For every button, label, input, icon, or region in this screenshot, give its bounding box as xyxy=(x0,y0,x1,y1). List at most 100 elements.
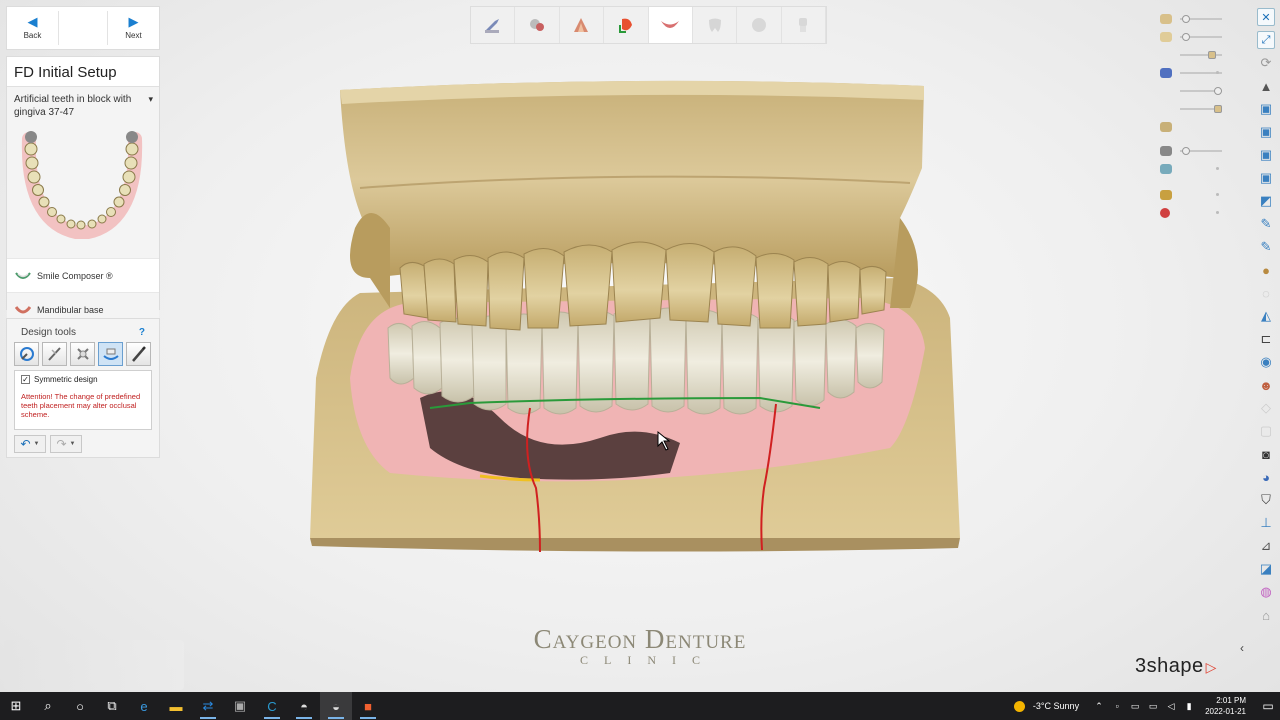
home-icon[interactable]: ⌂ xyxy=(1257,606,1275,624)
workflow-step-sphere[interactable] xyxy=(737,7,782,43)
right-toolbar: ✕ ⤢ ⟳ ▲ ▣ ▣ ▣ ▣ ◩ ✎ ✎ ● ◌ ◭ ⊏ ◉ ☻ ◇ ▢ ◙ … xyxy=(1252,6,1280,666)
tooth-chart[interactable] xyxy=(17,129,147,241)
redo-button[interactable]: ↷ ▼ xyxy=(50,435,82,453)
chat-icon[interactable]: ◕ xyxy=(1257,468,1275,486)
tool-individual-tooth-button[interactable] xyxy=(70,342,95,366)
undo-button[interactable]: ↶ ▼ xyxy=(14,435,46,453)
clipping-plane-icon[interactable]: ◩ xyxy=(1257,192,1275,210)
cut-icon[interactable]: ◇ xyxy=(1257,399,1275,417)
slider-lower-model[interactable] xyxy=(1160,118,1226,136)
color-map-icon[interactable]: ◍ xyxy=(1257,583,1275,601)
slider-target[interactable] xyxy=(1160,204,1226,222)
ruler-icon[interactable]: ⊏ xyxy=(1257,330,1275,348)
workflow-step-model[interactable] xyxy=(515,7,560,43)
view-back-icon[interactable]: ▣ xyxy=(1257,123,1275,141)
system-tray: -3°C Sunny ⌃ ▫ ▭ ▭ ◁ ▮ 2:01 PM 2022-01-2… xyxy=(1013,692,1280,720)
help-icon[interactable]: ? xyxy=(139,327,145,338)
edge-icon[interactable]: e xyxy=(128,692,160,720)
slider-upper-gingiva[interactable] xyxy=(1160,46,1226,64)
workflow-step-gingiva[interactable] xyxy=(560,7,605,43)
workflow-step-scan[interactable] xyxy=(471,7,516,43)
tool-teeth-setup-button[interactable] xyxy=(98,342,123,366)
measure-icon[interactable]: ◭ xyxy=(1257,307,1275,325)
next-label: Next xyxy=(125,31,142,40)
dental-designer-icon[interactable]: ◒ xyxy=(320,692,352,720)
scan-data-icon xyxy=(484,19,499,33)
volume-icon[interactable]: ◁ xyxy=(1163,701,1179,712)
fullscreen-icon[interactable]: ⤢ xyxy=(1257,31,1275,49)
ruler-angle-icon[interactable]: ⊿ xyxy=(1257,537,1275,555)
rotate-icon[interactable]: ⟳ xyxy=(1257,54,1275,72)
tool-sculpt-button[interactable] xyxy=(42,342,67,366)
image-viewer-icon[interactable]: ▣ xyxy=(224,692,256,720)
design-tools-title: Design tools xyxy=(21,327,77,338)
workflow-step-teeth[interactable] xyxy=(604,7,649,43)
edit-tool-icon[interactable]: ✎ xyxy=(1257,238,1275,256)
slider-antagonist[interactable] xyxy=(1160,142,1226,160)
file-explorer-icon[interactable]: ▬ xyxy=(160,692,192,720)
camera-icon[interactable]: ◉ xyxy=(1257,353,1275,371)
tool-wax-knife-button[interactable] xyxy=(126,342,151,366)
graduation-cap-icon[interactable]: ▲ xyxy=(1257,77,1275,95)
occlusion-icon[interactable]: ◌ xyxy=(1257,284,1275,302)
gingiva-icon xyxy=(574,18,589,32)
step-title: FD Initial Setup xyxy=(7,57,159,87)
slider-upper-model[interactable] xyxy=(1160,10,1226,28)
arrow-left-icon: ◀ xyxy=(27,14,38,29)
close-icon[interactable]: ✕ xyxy=(1257,8,1275,26)
view-right-icon[interactable]: ▣ xyxy=(1257,169,1275,187)
battery-icon[interactable]: ▮ xyxy=(1181,701,1197,712)
design-tools-panel: Design tools ? ✓ Symmetric design Attent… xyxy=(6,318,160,458)
symmetric-design-checkbox[interactable]: ✓ Symmetric design xyxy=(21,375,145,384)
collapse-panel-icon[interactable]: ‹ xyxy=(1240,641,1244,655)
tooth-library-icon[interactable]: ● xyxy=(1257,261,1275,279)
workflow-step-crown[interactable] xyxy=(782,7,826,43)
screenshot-icon[interactable]: ◙ xyxy=(1257,445,1275,463)
scan-view-icon[interactable]: ◪ xyxy=(1257,560,1275,578)
chevron-up-icon[interactable]: ⌃ xyxy=(1091,701,1107,712)
notification-icon[interactable]: ▭ xyxy=(1256,699,1280,713)
3d-viewport[interactable] xyxy=(300,78,970,558)
task-view-icon[interactable]: ⧉ xyxy=(96,692,128,720)
implant-icon xyxy=(1160,164,1172,174)
display-icon[interactable]: ▭ xyxy=(1127,701,1143,712)
view-front-icon[interactable]: ▣ xyxy=(1257,100,1275,118)
clinic-watermark: Caygeon Denture CLINIC xyxy=(490,624,790,668)
slider-scan[interactable] xyxy=(1160,64,1226,82)
mandibular-base-icon xyxy=(15,305,31,313)
shield-icon[interactable]: ⛉ xyxy=(1257,491,1275,509)
slider-upper-teeth[interactable] xyxy=(1160,28,1226,46)
network-icon[interactable]: ▭ xyxy=(1145,701,1161,712)
app-c-icon[interactable]: C xyxy=(256,692,288,720)
slider-lower-teeth[interactable] xyxy=(1160,82,1226,100)
clock[interactable]: 2:01 PM 2022-01-21 xyxy=(1205,695,1246,717)
back-button[interactable]: ◀ Back xyxy=(7,7,58,49)
grid-icon[interactable]: ▢ xyxy=(1257,422,1275,440)
list-item-smile-composer[interactable]: Smile Composer ® xyxy=(7,258,159,292)
dental-system-icon[interactable]: ◓ xyxy=(288,692,320,720)
recorder-icon[interactable]: ■ xyxy=(352,692,384,720)
slider-wax[interactable] xyxy=(1160,186,1226,204)
nav-divider xyxy=(58,11,59,45)
workflow-step-tooth-gray[interactable] xyxy=(693,7,738,43)
cortana-icon[interactable]: ○ xyxy=(64,692,96,720)
teeth-library-dropdown[interactable]: Artificial teeth in block with gingiva 3… xyxy=(7,87,153,125)
view-left-icon[interactable]: ▣ xyxy=(1257,146,1275,164)
tool-transform-button[interactable] xyxy=(14,342,39,366)
next-button[interactable]: ▶ Next xyxy=(108,7,159,49)
weather-widget[interactable]: -3°C Sunny xyxy=(1013,700,1079,712)
tray-app-icon[interactable]: ▫ xyxy=(1109,701,1125,711)
teeth-setup-icon xyxy=(102,348,119,360)
insertion-direction-icon[interactable]: ⊥ xyxy=(1257,514,1275,532)
scan-icon xyxy=(1160,68,1172,78)
slider-implant[interactable] xyxy=(1160,160,1226,178)
workflow-step-denture-base[interactable] xyxy=(648,7,693,43)
upper-model-icon xyxy=(1160,14,1172,24)
checkbox-icon: ✓ xyxy=(21,375,30,384)
face-icon[interactable]: ☻ xyxy=(1257,376,1275,394)
windows-start-icon[interactable]: ⊞ xyxy=(0,692,32,720)
search-icon[interactable]: ⌕ xyxy=(32,692,64,720)
teamviewer-icon[interactable]: ⇄ xyxy=(192,692,224,720)
pen-tool-icon[interactable]: ✎ xyxy=(1257,215,1275,233)
slider-lower-base[interactable] xyxy=(1160,100,1226,118)
